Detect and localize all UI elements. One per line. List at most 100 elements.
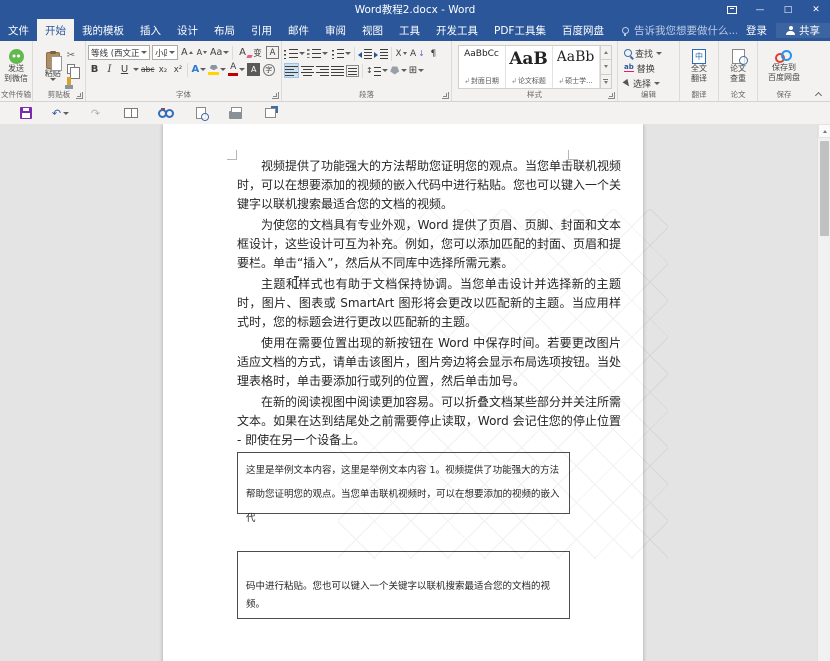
paragraph[interactable]: 使用在需要位置出现的新按钮在 Word 中保存时间。若要更改图片适应文档的方式，…	[237, 334, 621, 391]
document-page[interactable]: 视频提供了功能强大的方法帮助您证明您的观点。当您单击联机视频时，可以在想要添加的…	[163, 124, 643, 661]
tab-references[interactable]: 引用	[243, 19, 280, 41]
style-item-master[interactable]: AaBb 硕士学...	[553, 46, 600, 88]
shading-button[interactable]	[390, 63, 407, 78]
justify-button[interactable]	[331, 63, 344, 78]
text-effects-button[interactable]: A	[191, 62, 206, 77]
save-button[interactable]	[8, 103, 43, 123]
ribbon-tab-bar: 文件 开始 我的模板 插入 设计 布局 引用 邮件 审阅 视图 工具 开发工具 …	[0, 19, 830, 41]
highlight-color-button[interactable]	[208, 62, 226, 77]
underline-button[interactable]: U	[118, 62, 131, 77]
replace-button[interactable]: ab 替换	[624, 61, 677, 75]
find-button[interactable]: 查找	[624, 46, 677, 60]
print-preview-button[interactable]	[183, 103, 218, 123]
shrink-font-button[interactable]: A	[195, 45, 208, 60]
styles-scroll-up-button[interactable]	[601, 46, 611, 60]
scrollbar-thumb[interactable]	[820, 141, 829, 236]
font-name-combobox[interactable]: 等线 (西文正文	[88, 45, 150, 60]
paragraph[interactable]: 视频提供了功能强大的方法帮助您证明您的观点。当您单击联机视频时，可以在想要添加的…	[237, 157, 621, 214]
styles-dialog-launcher[interactable]	[608, 92, 615, 99]
minimize-button[interactable]: —	[746, 0, 774, 19]
strikethrough-button[interactable]: abc	[141, 62, 154, 77]
sort-button[interactable]: A	[410, 46, 425, 61]
tab-my-templates[interactable]: 我的模板	[74, 19, 132, 41]
increase-indent-button[interactable]	[374, 46, 388, 61]
ribbon-display-options-button[interactable]	[718, 0, 746, 19]
clear-formatting-button[interactable]: A	[236, 45, 249, 60]
change-case-button[interactable]: Aa	[210, 45, 229, 60]
font-color-button[interactable]: A	[228, 62, 245, 77]
enclose-characters-button[interactable]: 字	[262, 62, 275, 77]
redo-button[interactable]: ↷	[78, 103, 113, 123]
show-marks-button[interactable]: ¶	[427, 46, 440, 61]
scroll-up-button[interactable]	[818, 124, 830, 138]
distribute-button[interactable]	[346, 63, 359, 78]
paragraph[interactable]: 在新的阅读视图中阅读更加容易。可以折叠文档某些部分并关注所需文本。如果在达到结尾…	[237, 393, 621, 450]
tab-review[interactable]: 审阅	[317, 19, 354, 41]
align-right-button[interactable]	[316, 63, 329, 78]
paragraph-dialog-launcher[interactable]	[442, 92, 449, 99]
close-button[interactable]: ✕	[802, 0, 830, 19]
clipboard-dialog-launcher[interactable]	[76, 92, 83, 99]
tab-file[interactable]: 文件	[0, 19, 37, 41]
tab-view[interactable]: 视图	[354, 19, 391, 41]
align-center-button[interactable]	[301, 63, 314, 78]
paragraph[interactable]: 为使您的文档具有专业外观，Word 提供了页眉、页脚、封面和文本框设计，这些设计…	[237, 216, 621, 273]
styles-scroll-down-button[interactable]	[601, 60, 611, 74]
paper-check-button[interactable]: 论文 查重	[728, 49, 748, 83]
italic-button[interactable]: I	[103, 62, 116, 77]
multilevel-list-button[interactable]	[330, 46, 351, 61]
quick-print-button[interactable]	[218, 103, 253, 123]
tab-baidu-netdisk[interactable]: 百度网盘	[554, 19, 612, 41]
character-border-button[interactable]: A	[266, 45, 279, 60]
tab-developer[interactable]: 开发工具	[428, 19, 486, 41]
vertical-scrollbar[interactable]	[817, 124, 830, 661]
styles-more-button[interactable]	[601, 75, 611, 88]
numbered-list-icon	[307, 48, 321, 59]
tab-home[interactable]: 开始	[37, 19, 74, 41]
align-left-button[interactable]	[284, 63, 299, 78]
paste-button[interactable]: 粘贴	[43, 52, 63, 82]
tell-me-search[interactable]: 告诉我您想要做什么...	[612, 19, 737, 41]
share-button[interactable]: 共享	[776, 23, 830, 38]
subscript-button[interactable]: x₂	[156, 62, 169, 77]
font-size-combobox[interactable]: 小四	[152, 45, 178, 60]
tab-insert[interactable]: 插入	[132, 19, 169, 41]
share-document-button[interactable]	[253, 103, 288, 123]
select-cursor-icon	[623, 78, 632, 87]
maximize-button[interactable]: □	[774, 0, 802, 19]
text-box-1[interactable]: 这里是举例文本内容，这里是举例文本内容 1。视频提供了功能强大的方法帮助您证明您…	[237, 452, 570, 514]
save-to-netdisk-button[interactable]: 保存到 百度网盘	[766, 50, 802, 82]
two-page-view-button[interactable]	[113, 103, 148, 123]
collapse-ribbon-button[interactable]	[814, 90, 823, 98]
superscript-button[interactable]: x²	[171, 62, 184, 77]
cut-icon[interactable]: ✂	[67, 51, 75, 61]
numbering-button[interactable]	[307, 46, 328, 61]
grow-font-button[interactable]: A	[180, 45, 193, 60]
asian-layout-button[interactable]: X	[395, 46, 408, 61]
format-painter-icon[interactable]	[67, 77, 71, 85]
character-shading-button[interactable]: A	[247, 62, 260, 77]
select-button[interactable]: 选择	[624, 76, 677, 90]
send-to-wechat-button[interactable]: 发送 到微信	[2, 49, 30, 83]
tab-tools[interactable]: 工具	[391, 19, 428, 41]
style-item-paper-title[interactable]: AaB 论文标题	[506, 46, 553, 88]
undo-button[interactable]: ↶	[43, 103, 78, 123]
copy-icon[interactable]	[67, 64, 75, 74]
borders-button[interactable]: ⊞	[409, 63, 424, 78]
line-spacing-button[interactable]: ↕	[366, 63, 388, 78]
font-dialog-launcher[interactable]	[272, 92, 279, 99]
style-item-cover-date[interactable]: AaBbCc 封面日期	[459, 46, 506, 88]
tab-pdf-tools[interactable]: PDF工具集	[486, 19, 554, 41]
full-text-translate-button[interactable]: 中 全文 翻译	[689, 49, 709, 83]
bullets-button[interactable]	[284, 46, 305, 61]
bold-button[interactable]: B	[88, 62, 101, 77]
tab-layout[interactable]: 布局	[206, 19, 243, 41]
tab-mailings[interactable]: 邮件	[280, 19, 317, 41]
tab-design[interactable]: 设计	[169, 19, 206, 41]
decrease-indent-button[interactable]	[358, 46, 372, 61]
sign-in-button[interactable]: 登录	[737, 23, 776, 38]
underline-dropdown-arrow[interactable]	[133, 68, 139, 71]
link-plugin-button[interactable]	[148, 103, 183, 123]
phonetic-guide-button[interactable]: 变	[251, 45, 264, 60]
text-box-2[interactable]: 码中进行粘贴。您也可以键入一个关键字以联机搜索最适合您的文档的视频。	[237, 551, 570, 619]
